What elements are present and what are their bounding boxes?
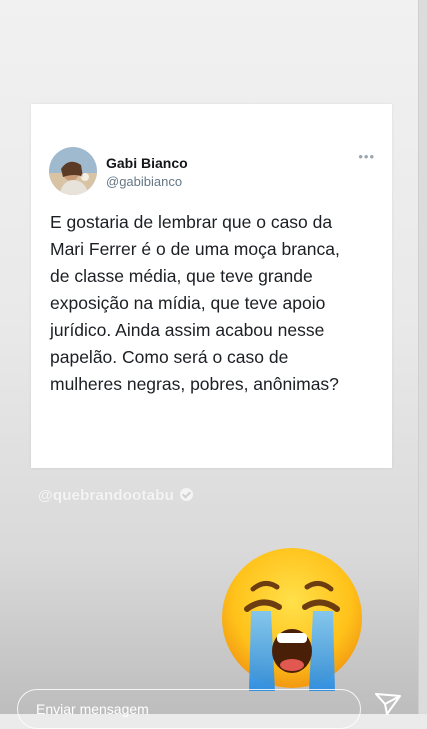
- mention-text: @quebrandootabu: [38, 487, 174, 504]
- story-edge: [418, 0, 427, 714]
- send-message-placeholder: Enviar mensagem: [36, 701, 149, 717]
- tweet-author-name: Gabi Bianco: [106, 155, 188, 171]
- more-options-icon: •••: [358, 149, 375, 164]
- paper-plane-icon[interactable]: [374, 692, 402, 721]
- tweet-screenshot-card: Gabi Bianco @gabibianco ••• E gostaria d…: [31, 104, 392, 468]
- send-message-input[interactable]: Enviar mensagem: [17, 689, 361, 729]
- avatar: [49, 147, 97, 195]
- tweet-author-handle: @gabibianco: [106, 174, 183, 189]
- tweet-text: E gostaria de lembrar que o caso da Mari…: [50, 212, 340, 394]
- mention-sticker[interactable]: @quebrandootabu: [38, 487, 194, 504]
- verified-badge-icon: [180, 488, 194, 501]
- loudly-crying-face-icon: [219, 545, 365, 691]
